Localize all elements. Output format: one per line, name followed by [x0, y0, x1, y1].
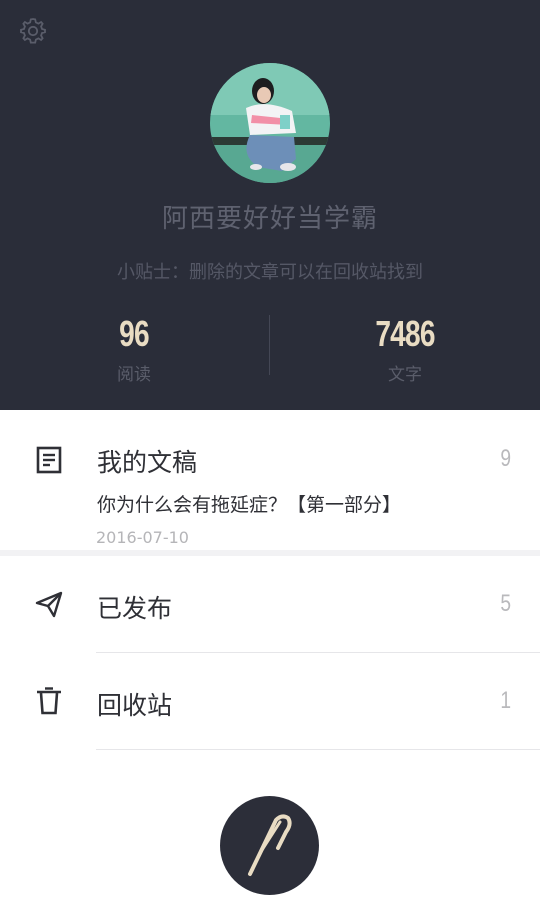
words-stat: 7486 文字 [305, 312, 505, 385]
latest-draft-title[interactable]: 你为什么会有拖延症？【第一部分】 [97, 490, 401, 517]
username: 阿西要好好当学霸 [161, 204, 378, 234]
published-count: 5 [499, 590, 511, 617]
latest-draft-date: 2016-07-10 [96, 528, 189, 547]
trash-count: 1 [499, 687, 511, 714]
my-drafts-item[interactable]: 我的文稿 9 你为什么会有拖延症？【第一部分】 2016-07-10 [0, 410, 540, 550]
avatar[interactable] [210, 63, 330, 183]
trash-icon [37, 687, 61, 715]
tip-text: 小贴士：删除的文章可以在回收站找到 [117, 262, 423, 283]
reads-value: 96 [119, 313, 149, 354]
avatar-photo [210, 63, 330, 183]
pen-icon [248, 814, 292, 876]
reads-stat: 96 阅读 [34, 312, 234, 385]
trash-item[interactable]: 回收站 1 [0, 653, 540, 749]
trash-title: 回收站 [97, 691, 173, 720]
published-item[interactable]: 已发布 5 [0, 556, 540, 652]
words-value: 7486 [375, 313, 435, 354]
stat-divider [269, 315, 270, 375]
new-article-button[interactable] [220, 796, 319, 895]
divider-line [96, 749, 540, 750]
gear-icon [20, 18, 46, 44]
drafts-count: 9 [499, 445, 511, 472]
document-icon [36, 446, 62, 474]
words-label: 文字 [388, 365, 422, 385]
profile-header: 阿西要好好当学霸 小贴士：删除的文章可以在回收站找到 96 阅读 7486 文字 [0, 0, 540, 410]
paper-plane-icon [35, 591, 63, 618]
settings-button[interactable] [18, 16, 48, 46]
reads-label: 阅读 [117, 365, 151, 385]
published-title: 已发布 [97, 594, 173, 623]
drafts-title: 我的文稿 [97, 448, 198, 477]
